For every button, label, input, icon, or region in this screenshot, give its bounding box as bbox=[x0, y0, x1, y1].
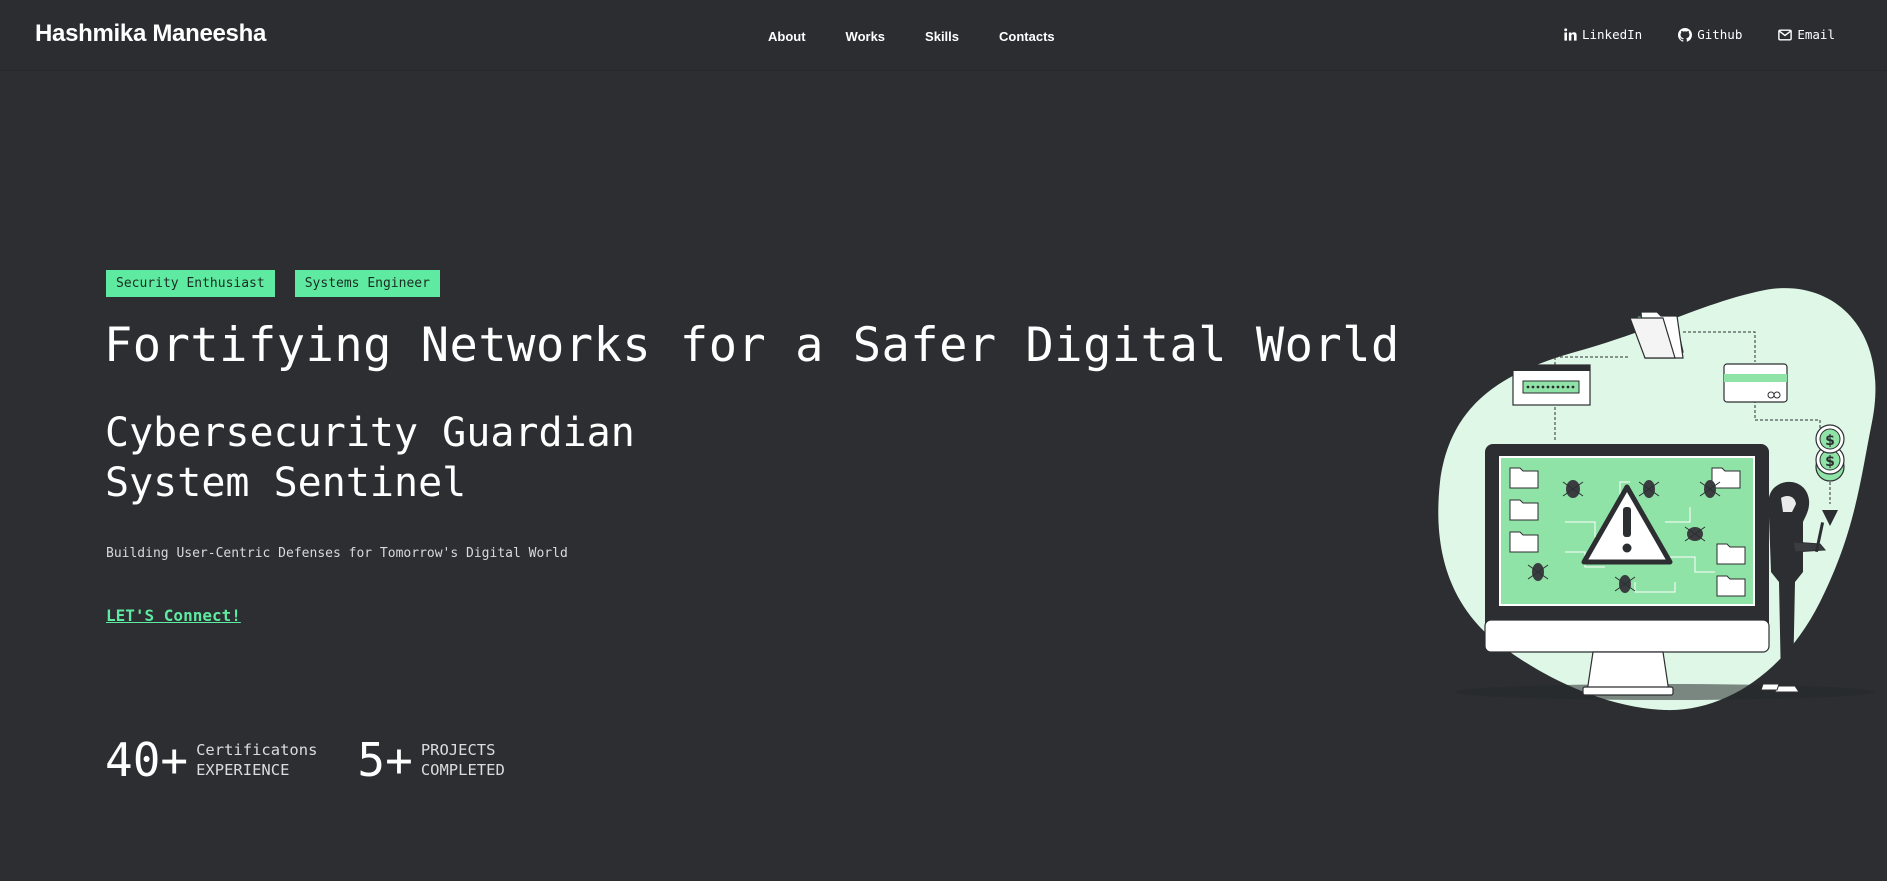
email-link[interactable]: Email bbox=[1778, 27, 1835, 42]
linkedin-link[interactable]: LinkedIn bbox=[1564, 27, 1642, 42]
social-links: LinkedIn Github Email bbox=[1564, 27, 1835, 42]
nav-works-link[interactable]: Works bbox=[846, 29, 886, 44]
nav-skills-link[interactable]: Skills bbox=[925, 29, 959, 44]
stat-label-line2: EXPERIENCE bbox=[196, 761, 290, 779]
nav-about-link[interactable]: About bbox=[768, 29, 806, 44]
linkedin-label: LinkedIn bbox=[1581, 27, 1643, 42]
tag-systems-engineer: Systems Engineer bbox=[294, 270, 440, 297]
role-tags: Security Enthusiast Systems Engineer bbox=[106, 270, 440, 297]
role-titles: Cybersecurity Guardian System Sentinel bbox=[105, 408, 635, 508]
stat-projects: 5+ PROJECTS COMPLETED bbox=[357, 733, 504, 787]
email-icon bbox=[1778, 28, 1793, 41]
hero-headline: Fortifying Networks for a Safer Digital … bbox=[104, 318, 1400, 373]
stat-label: Certificatons EXPERIENCE bbox=[196, 740, 317, 780]
stat-label: PROJECTS COMPLETED bbox=[421, 740, 505, 780]
main-menu: About Works Skills Contacts bbox=[768, 29, 1055, 44]
role-title-1: Cybersecurity Guardian bbox=[105, 410, 635, 456]
stat-label-line1: Certificatons bbox=[196, 741, 318, 759]
stat-value: 5+ bbox=[357, 733, 413, 787]
github-label: Github bbox=[1697, 27, 1743, 42]
tag-security-enthusiast: Security Enthusiast bbox=[106, 270, 275, 297]
stat-label-line2: COMPLETED bbox=[420, 761, 505, 779]
connect-link[interactable]: LET'S Connect! bbox=[106, 606, 241, 625]
svg-text:$: $ bbox=[1825, 433, 1835, 449]
stat-certifications: 40+ Certificatons EXPERIENCE bbox=[105, 733, 317, 787]
github-link[interactable]: Github bbox=[1678, 27, 1742, 42]
svg-text:$: $ bbox=[1825, 454, 1835, 470]
password-card bbox=[1512, 364, 1591, 406]
stats-row: 40+ Certificatons EXPERIENCE 5+ PROJECTS… bbox=[105, 733, 505, 787]
cybersecurity-illustration: $ $ bbox=[1438, 288, 1876, 711]
nav-contacts-link[interactable]: Contacts bbox=[999, 29, 1055, 44]
email-label: Email bbox=[1797, 27, 1835, 42]
github-icon bbox=[1678, 27, 1693, 42]
credit-card bbox=[1723, 363, 1788, 403]
role-title-2: System Sentinel bbox=[105, 460, 467, 506]
brand-logo[interactable]: Hashmika Maneesha bbox=[35, 20, 266, 48]
linkedin-icon bbox=[1564, 28, 1577, 41]
stat-label-line1: PROJECTS bbox=[420, 741, 496, 759]
top-navbar: Hashmika Maneesha About Works Skills Con… bbox=[0, 0, 1887, 71]
stat-value: 40+ bbox=[105, 733, 189, 787]
hero-tagline: Building User-Centric Defenses for Tomor… bbox=[106, 546, 568, 561]
